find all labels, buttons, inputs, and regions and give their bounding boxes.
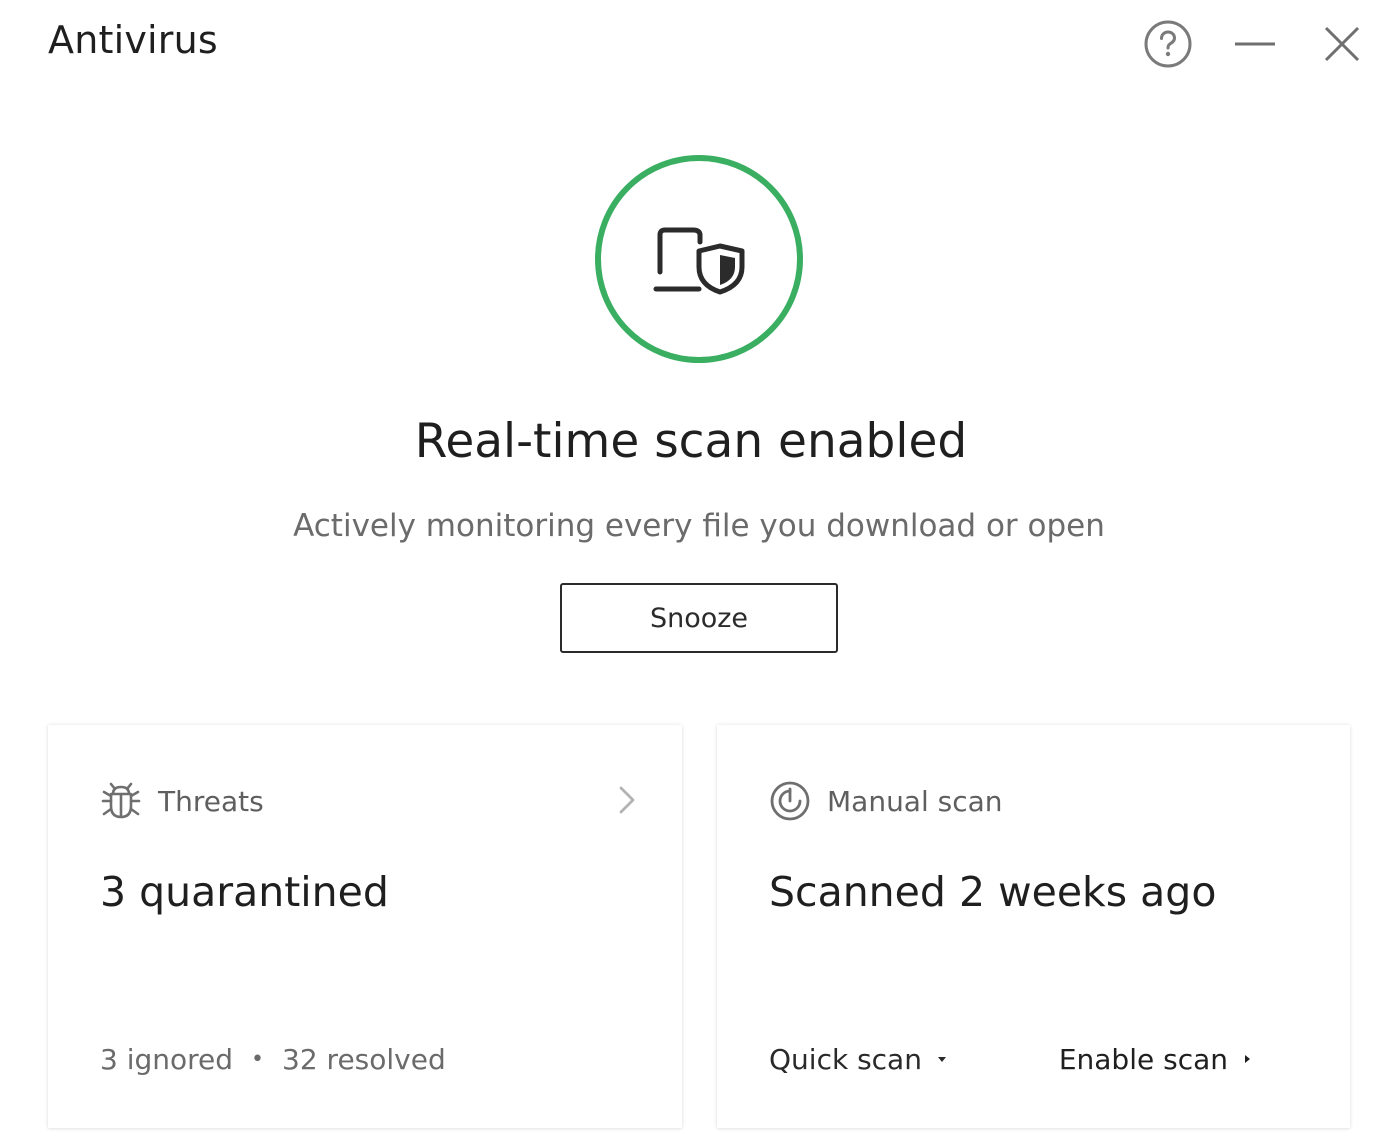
threats-card[interactable]: Threats 3 quarantined 3 ignored • 32 res… xyxy=(48,725,682,1128)
last-scanned-value: Scanned 2 weeks ago xyxy=(769,868,1217,916)
scan-gauge-icon xyxy=(769,780,811,822)
close-button[interactable] xyxy=(1316,18,1368,70)
app-title: Antivirus xyxy=(48,18,218,62)
bug-icon xyxy=(100,780,142,822)
threats-value: 3 quarantined xyxy=(100,868,389,916)
enable-scan-button[interactable]: Enable scan xyxy=(1059,1043,1252,1076)
status-headline: Real-time scan enabled xyxy=(414,414,968,469)
threats-footer: 3 ignored • 32 resolved xyxy=(100,1037,642,1081)
protection-status-ring xyxy=(595,155,803,363)
help-circle-icon xyxy=(1144,20,1192,68)
snooze-button[interactable]: Snooze xyxy=(560,583,838,653)
manual-scan-card: Manual scan Scanned 2 weeks ago Quick sc… xyxy=(717,725,1350,1128)
chevron-right-icon[interactable] xyxy=(612,785,642,815)
quick-scan-dropdown[interactable]: Quick scan xyxy=(769,1043,948,1076)
manual-scan-footer: Quick scan Enable scan xyxy=(769,1037,1310,1081)
close-icon xyxy=(1324,26,1360,62)
minimize-button[interactable] xyxy=(1229,18,1281,70)
minimize-icon xyxy=(1235,42,1275,46)
separator-dot: • xyxy=(251,1046,265,1072)
caret-right-icon xyxy=(1242,1053,1252,1065)
antivirus-window: Antivirus Real-time scan enabled Activel… xyxy=(0,0,1382,1142)
status-subtitle: Actively monitoring every file you downl… xyxy=(293,508,1105,544)
threats-label: Threats xyxy=(158,784,264,818)
manual-scan-label: Manual scan xyxy=(827,784,1003,818)
help-button[interactable] xyxy=(1142,18,1194,70)
resolved-count: 32 resolved xyxy=(282,1042,446,1076)
manual-scan-header: Manual scan xyxy=(769,779,1310,823)
enable-scan-label: Enable scan xyxy=(1058,1042,1228,1076)
quick-scan-label: Quick scan xyxy=(769,1042,922,1076)
caret-down-icon xyxy=(936,1054,948,1064)
ignored-count: 3 ignored xyxy=(100,1042,234,1076)
threats-card-header: Threats xyxy=(100,779,642,823)
